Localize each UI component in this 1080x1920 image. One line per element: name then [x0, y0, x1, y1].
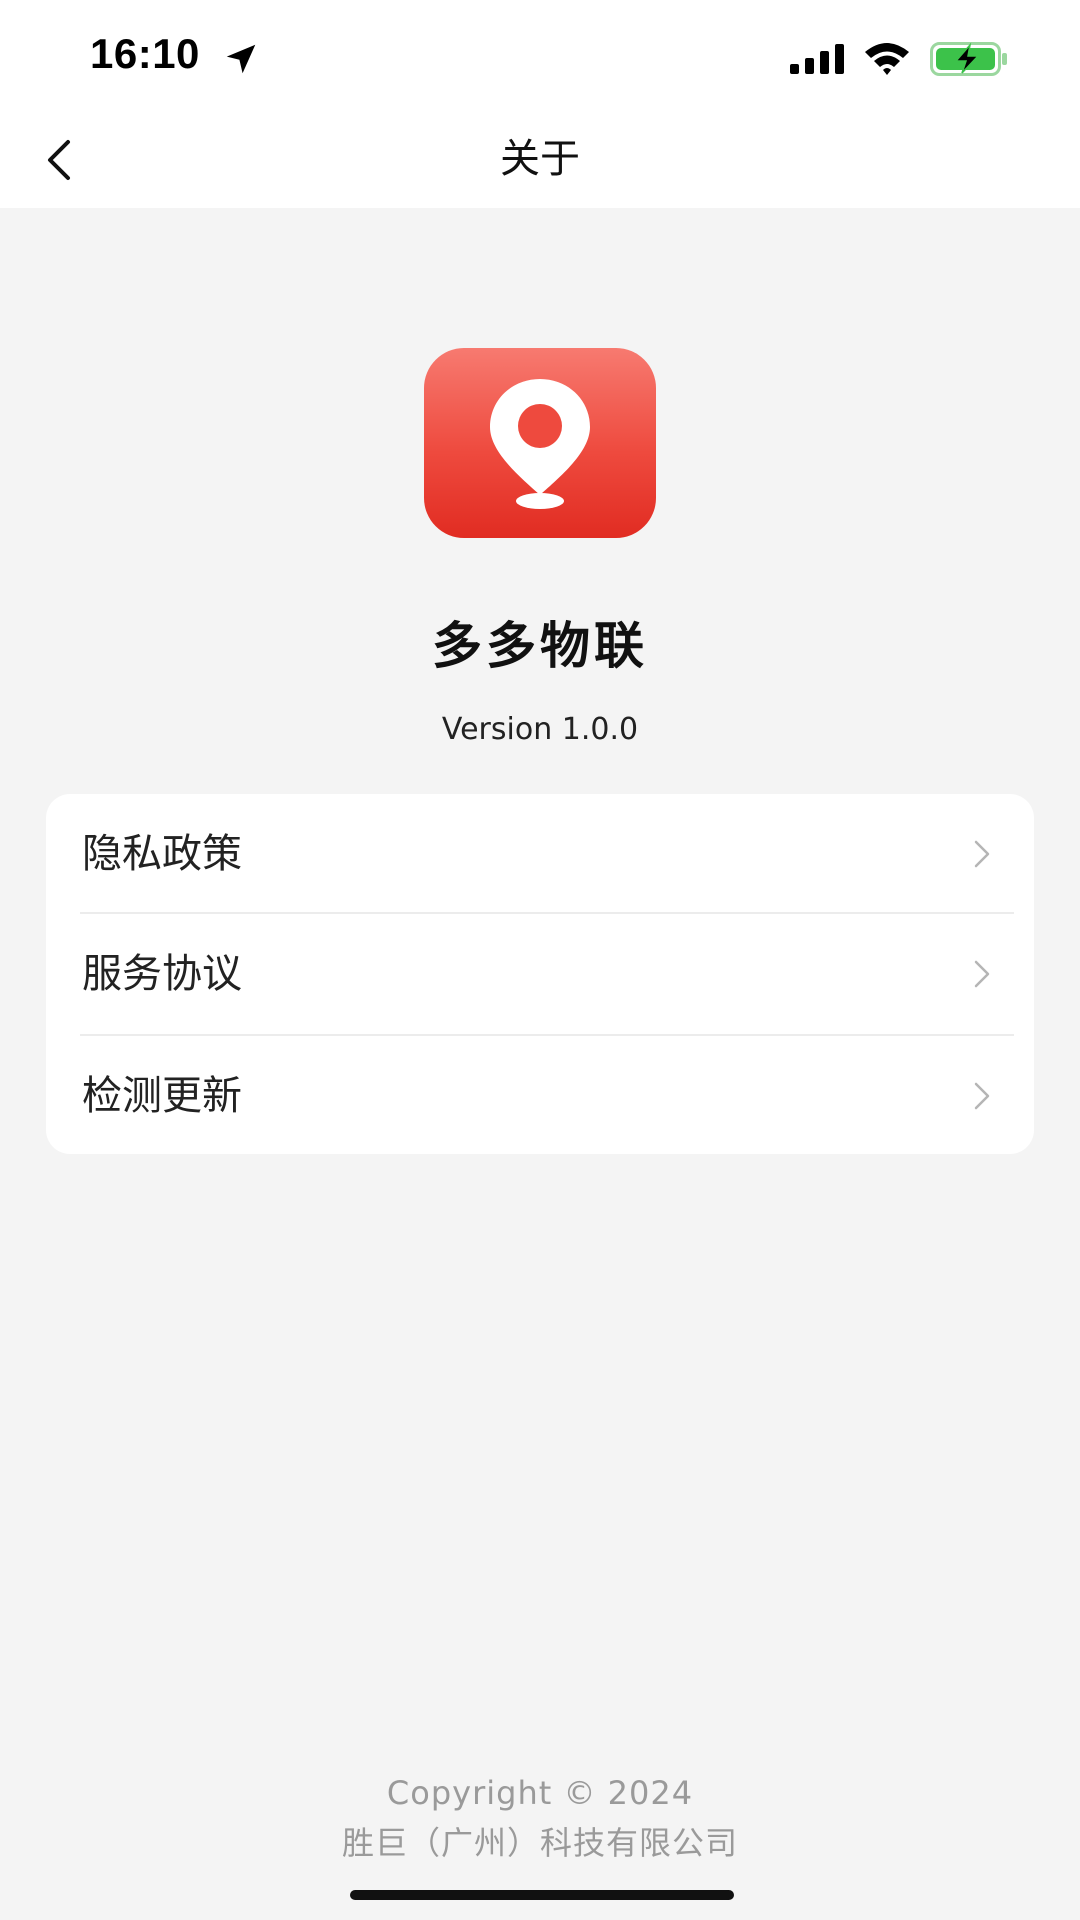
- app-name: 多多物联: [432, 617, 648, 675]
- company-name: 胜巨（广州）科技有限公司: [341, 1824, 738, 1862]
- home-indicator[interactable]: [350, 1890, 734, 1900]
- menu-item-label: 隐私政策: [82, 831, 242, 877]
- copyright-text: Copyright © 2024: [386, 1774, 694, 1812]
- menu-item-service-agreement[interactable]: 服务协议: [46, 914, 1034, 1034]
- wifi-icon: [865, 43, 909, 75]
- status-bar: 16:10: [0, 0, 1080, 110]
- battery-charging-icon: [930, 42, 1007, 76]
- menu-item-check-update[interactable]: 检测更新: [46, 1036, 1034, 1154]
- menu-item-label: 服务协议: [82, 951, 242, 997]
- chevron-right-icon: [974, 1082, 990, 1110]
- status-time: 16:10: [90, 30, 200, 77]
- app-version: Version 1.0.0: [441, 712, 639, 747]
- menu-item-label: 检测更新: [82, 1073, 242, 1119]
- chevron-right-icon: [974, 960, 990, 988]
- location-arrow-icon: [226, 44, 256, 74]
- cellular-signal-icon: [790, 44, 844, 74]
- nav-bar: 关于: [0, 110, 1080, 208]
- chevron-left-icon: [48, 140, 70, 180]
- map-pin-icon: [490, 379, 590, 509]
- menu-item-privacy-policy[interactable]: 隐私政策: [46, 794, 1034, 914]
- app-logo: [424, 348, 656, 538]
- page-title: 关于: [500, 136, 580, 182]
- chevron-right-icon: [974, 840, 990, 868]
- about-menu: 隐私政策 服务协议 检测更新: [46, 794, 1034, 1154]
- back-button[interactable]: [30, 130, 90, 190]
